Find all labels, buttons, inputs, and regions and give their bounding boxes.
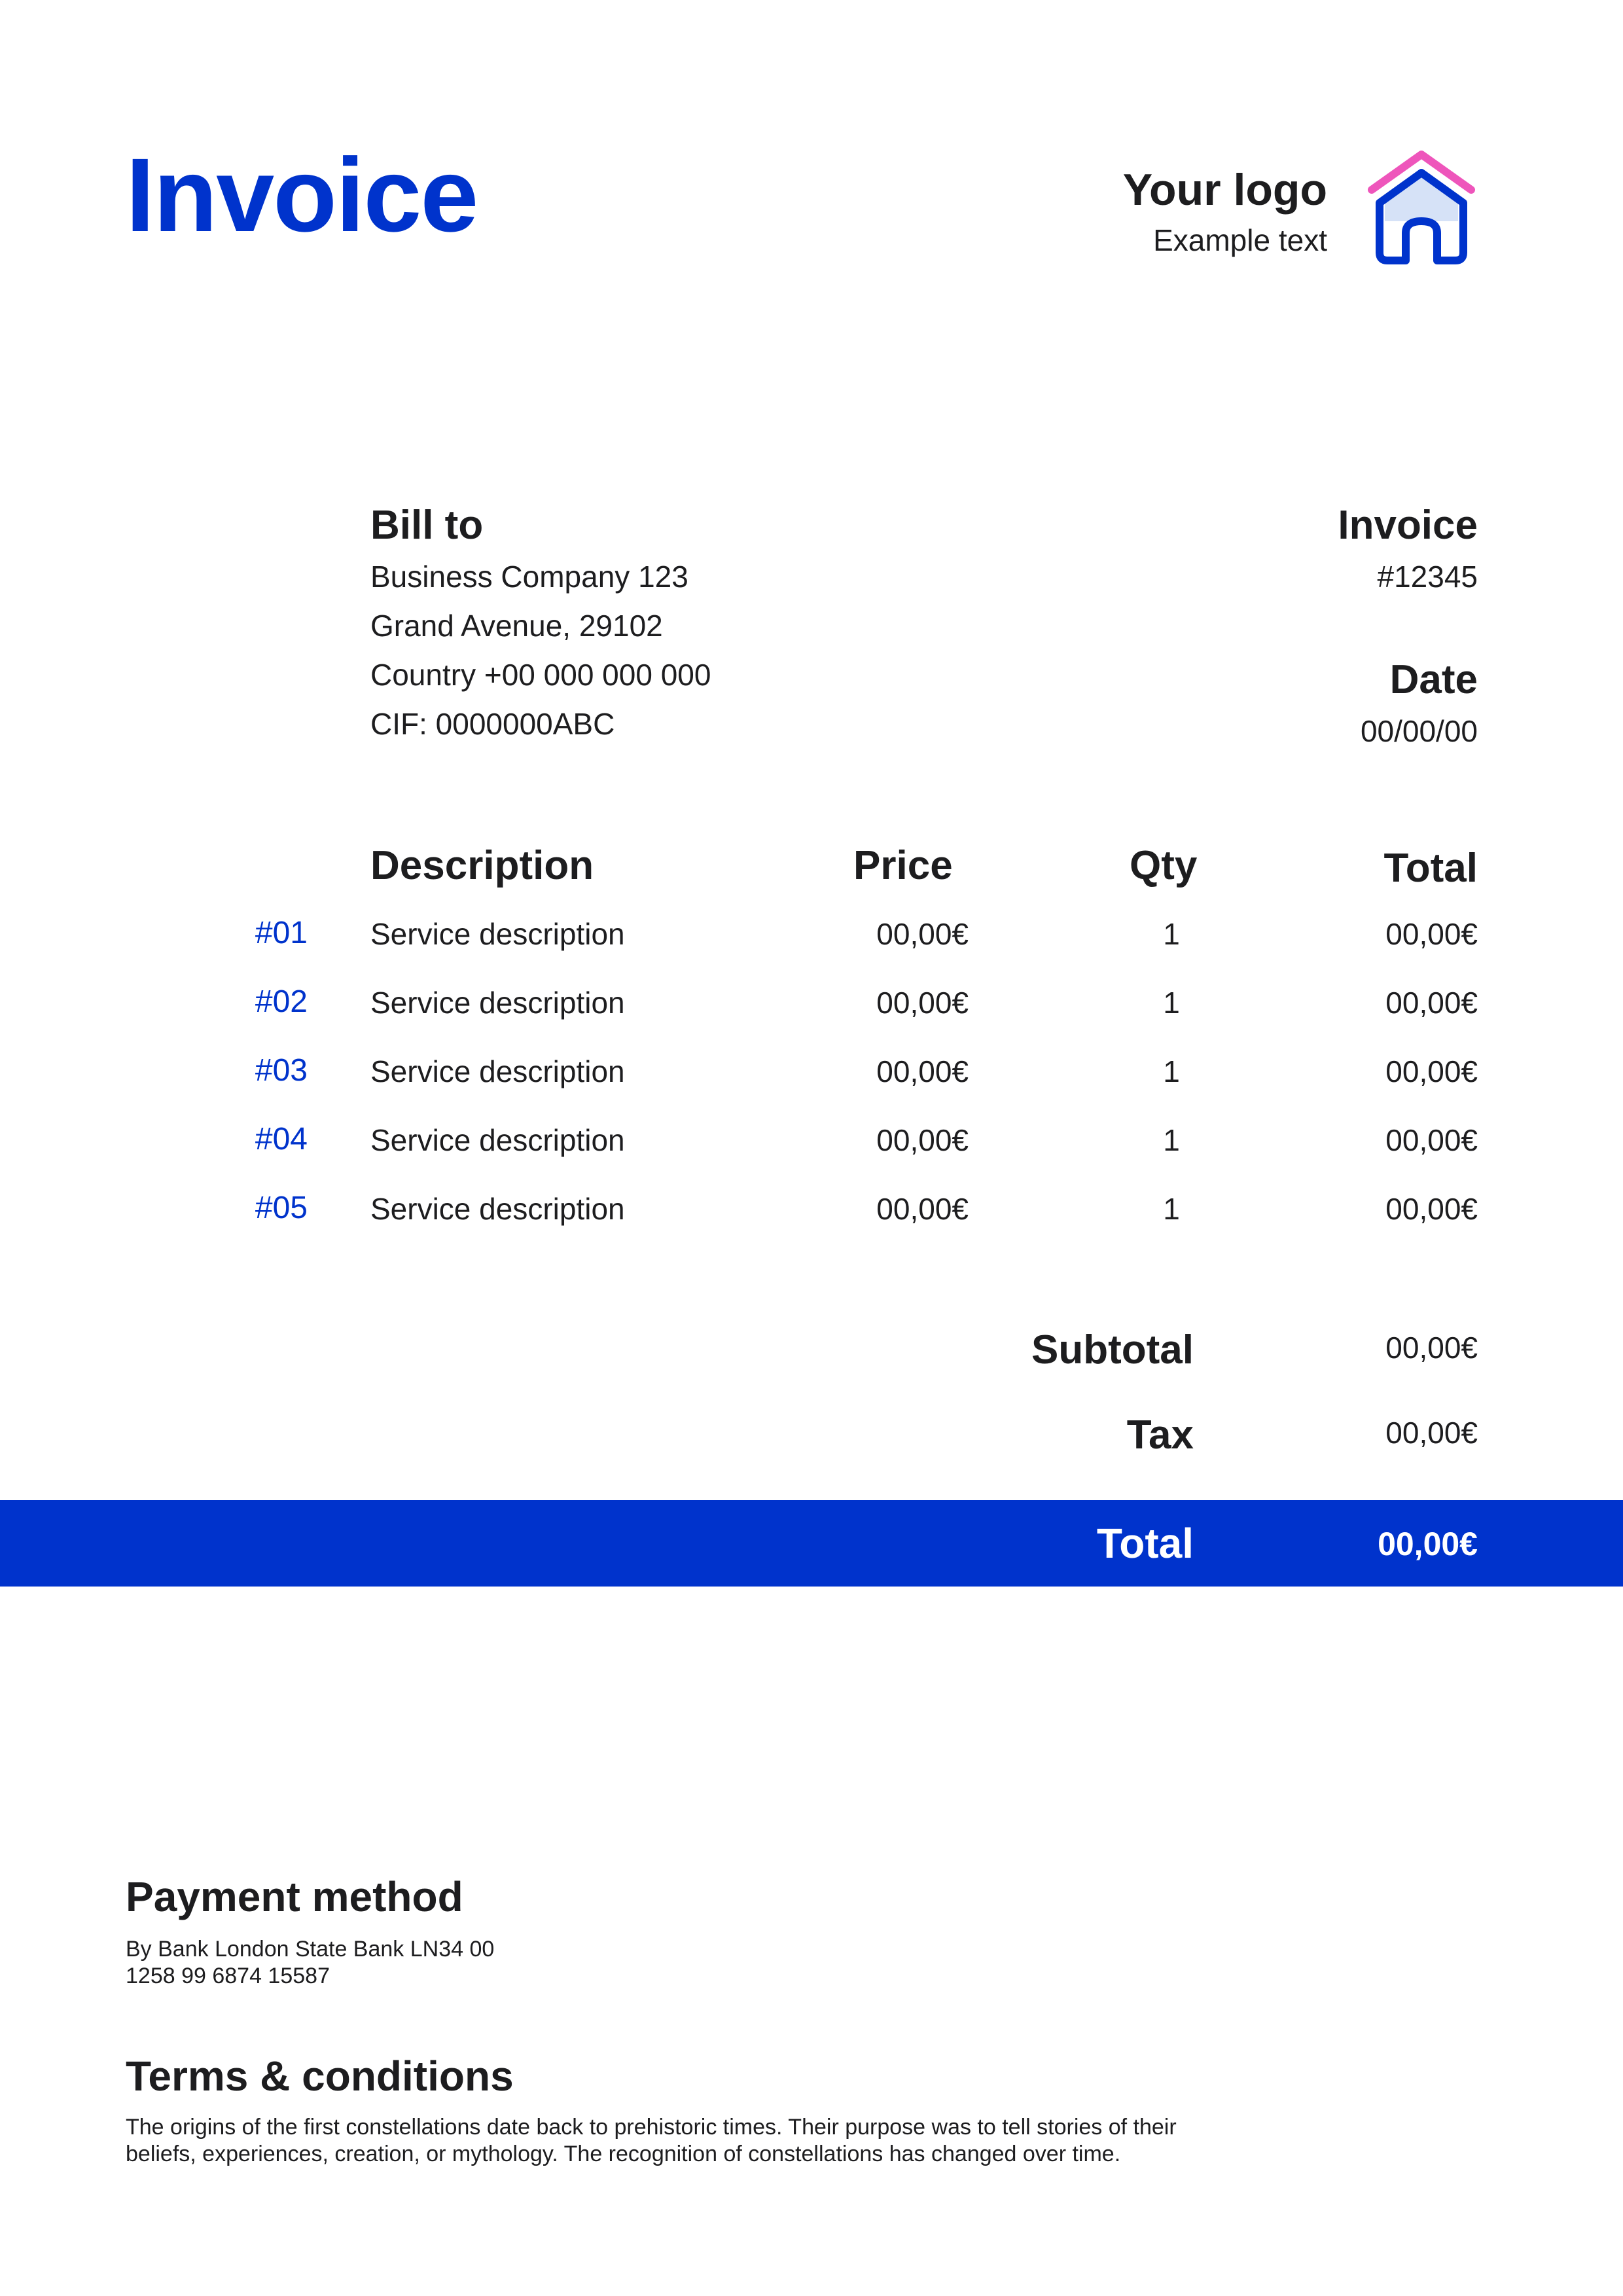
row-total: 00,00€	[1385, 1192, 1478, 1226]
row-qty: 1	[1163, 986, 1180, 1020]
subtotal-label: Subtotal	[1031, 1327, 1194, 1372]
invoice-number: #12345	[1377, 560, 1478, 594]
row-number: #03	[255, 1053, 308, 1088]
column-header-price: Price	[853, 843, 953, 888]
column-header-qty: Qty	[1130, 843, 1198, 888]
row-total: 00,00€	[1385, 986, 1478, 1020]
date-label: Date	[1389, 657, 1478, 702]
house-icon	[1368, 151, 1475, 264]
row-qty: 1	[1163, 1123, 1180, 1157]
invoice-label: Invoice	[1338, 503, 1478, 548]
page-title: Invoice	[126, 136, 478, 253]
row-description: Service description	[370, 1054, 625, 1088]
terms-line: The origins of the first constellations …	[126, 2115, 1177, 2140]
row-total: 00,00€	[1385, 1123, 1478, 1157]
logo-subtitle: Example text	[1153, 223, 1327, 257]
bill-to-title: Bill to	[370, 503, 484, 548]
row-number: #04	[255, 1122, 308, 1157]
row-number: #02	[255, 984, 308, 1019]
tax-value: 00,00€	[1385, 1416, 1478, 1450]
row-number: #05	[255, 1191, 308, 1225]
row-description: Service description	[370, 986, 625, 1020]
row-description: Service description	[370, 1123, 625, 1157]
row-description: Service description	[370, 917, 625, 951]
row-price: 00,00€	[876, 986, 969, 1020]
row-price: 00,00€	[876, 1192, 969, 1226]
bill-to-cif: CIF: 0000000ABC	[370, 707, 615, 741]
bill-to-phone: Country +00 000 000 000	[370, 658, 711, 692]
terms-title: Terms & conditions	[126, 2053, 514, 2100]
row-description: Service description	[370, 1192, 625, 1226]
row-qty: 1	[1163, 1054, 1180, 1088]
column-header-total: Total	[1383, 846, 1478, 891]
row-number: #01	[255, 916, 308, 950]
row-qty: 1	[1163, 1192, 1180, 1226]
grand-total-value: 00,00€	[1378, 1526, 1478, 1562]
date-value: 00/00/00	[1360, 714, 1478, 748]
payment-method-title: Payment method	[126, 1873, 463, 1920]
logo-title: Your logo	[1122, 165, 1327, 215]
payment-line: 1258 99 6874 15587	[126, 1964, 330, 1988]
bill-to-company: Business Company 123	[370, 560, 688, 594]
row-qty: 1	[1163, 917, 1180, 951]
row-total: 00,00€	[1385, 1054, 1478, 1088]
row-total: 00,00€	[1385, 917, 1478, 951]
grand-total-label: Total	[1096, 1520, 1194, 1567]
row-price: 00,00€	[876, 917, 969, 951]
bill-to-address: Grand Avenue, 29102	[370, 609, 663, 643]
column-header-description: Description	[370, 843, 594, 888]
row-price: 00,00€	[876, 1054, 969, 1088]
tax-label: Tax	[1126, 1412, 1194, 1458]
subtotal-value: 00,00€	[1385, 1331, 1478, 1365]
payment-line: By Bank London State Bank LN34 00	[126, 1937, 495, 1962]
row-price: 00,00€	[876, 1123, 969, 1157]
terms-line: beliefs, experiences, creation, or mytho…	[126, 2142, 1121, 2166]
